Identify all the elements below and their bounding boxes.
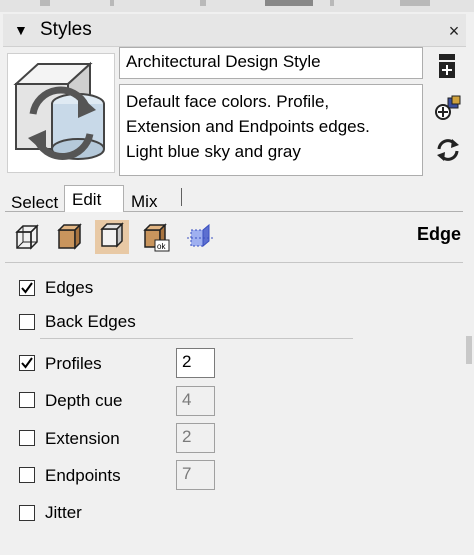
check-icon bbox=[21, 357, 33, 369]
back-edges-checkbox[interactable] bbox=[19, 314, 35, 330]
panel-title: Styles bbox=[40, 19, 92, 40]
endpoints-input[interactable]: 7 bbox=[176, 460, 215, 490]
edges-checkbox[interactable] bbox=[19, 280, 35, 296]
top-strip bbox=[0, 0, 474, 12]
style-name-field[interactable]: Architectural Design Style bbox=[119, 47, 423, 79]
extension-input[interactable]: 2 bbox=[176, 423, 215, 453]
face-settings-button[interactable] bbox=[53, 220, 87, 254]
modeling-settings-icon bbox=[187, 223, 213, 248]
styles-title-bar[interactable]: ▼ Styles × bbox=[3, 14, 467, 47]
jitter-label: Jitter bbox=[45, 503, 82, 522]
scrollbar-thumb[interactable] bbox=[466, 336, 472, 364]
back-edges-label: Back Edges bbox=[45, 312, 136, 331]
scrollbar-track[interactable] bbox=[466, 14, 474, 554]
modeling-settings-button[interactable] bbox=[183, 220, 217, 254]
close-button[interactable]: × bbox=[441, 19, 467, 43]
toolbar-divider bbox=[5, 262, 463, 263]
depth-cue-input[interactable]: 4 bbox=[176, 386, 215, 416]
style-description-field[interactable]: Default face colors. Profile, Extension … bbox=[119, 84, 423, 176]
style-preview-icon bbox=[13, 61, 105, 161]
extension-label: Extension bbox=[45, 429, 120, 448]
jitter-checkbox[interactable] bbox=[19, 505, 35, 521]
endpoints-label: Endpoints bbox=[45, 466, 121, 485]
depth-cue-checkbox[interactable] bbox=[19, 392, 35, 408]
profiles-checkbox[interactable] bbox=[19, 355, 35, 371]
extension-checkbox[interactable] bbox=[19, 430, 35, 446]
background-settings-button[interactable] bbox=[95, 220, 129, 254]
background-settings-icon bbox=[100, 222, 124, 248]
description-line: Default face colors. Profile, bbox=[126, 92, 330, 111]
tab-separator bbox=[181, 188, 182, 206]
watermark-settings-button[interactable]: ok bbox=[139, 220, 173, 254]
collapse-triangle-icon[interactable]: ▼ bbox=[14, 22, 28, 38]
description-line: Extension and Endpoints edges. bbox=[126, 117, 370, 136]
edge-settings-button[interactable] bbox=[11, 220, 45, 254]
watermark-settings-icon: ok bbox=[143, 223, 170, 252]
check-icon bbox=[21, 282, 33, 294]
style-thumbnail[interactable] bbox=[7, 53, 115, 173]
endpoints-checkbox[interactable] bbox=[19, 467, 35, 483]
tab-edit[interactable]: Edit bbox=[72, 190, 101, 210]
svg-text:ok: ok bbox=[157, 242, 166, 251]
tab-select[interactable]: Select bbox=[11, 193, 58, 213]
section-title: Edge bbox=[417, 224, 462, 244]
edges-label: Edges bbox=[45, 278, 94, 297]
create-style-icon[interactable] bbox=[434, 52, 462, 80]
face-settings-icon bbox=[57, 223, 82, 250]
options-divider bbox=[40, 338, 353, 339]
profiles-width-input[interactable]: 2 bbox=[176, 348, 215, 378]
tab-mix[interactable]: Mix bbox=[131, 192, 157, 212]
edge-settings-icon bbox=[15, 224, 39, 250]
refresh-icon[interactable] bbox=[434, 136, 462, 164]
description-line: Light blue sky and gray bbox=[126, 142, 301, 161]
profiles-label: Profiles bbox=[45, 354, 102, 373]
update-style-icon[interactable] bbox=[434, 94, 462, 122]
depth-cue-label: Depth cue bbox=[45, 391, 123, 410]
